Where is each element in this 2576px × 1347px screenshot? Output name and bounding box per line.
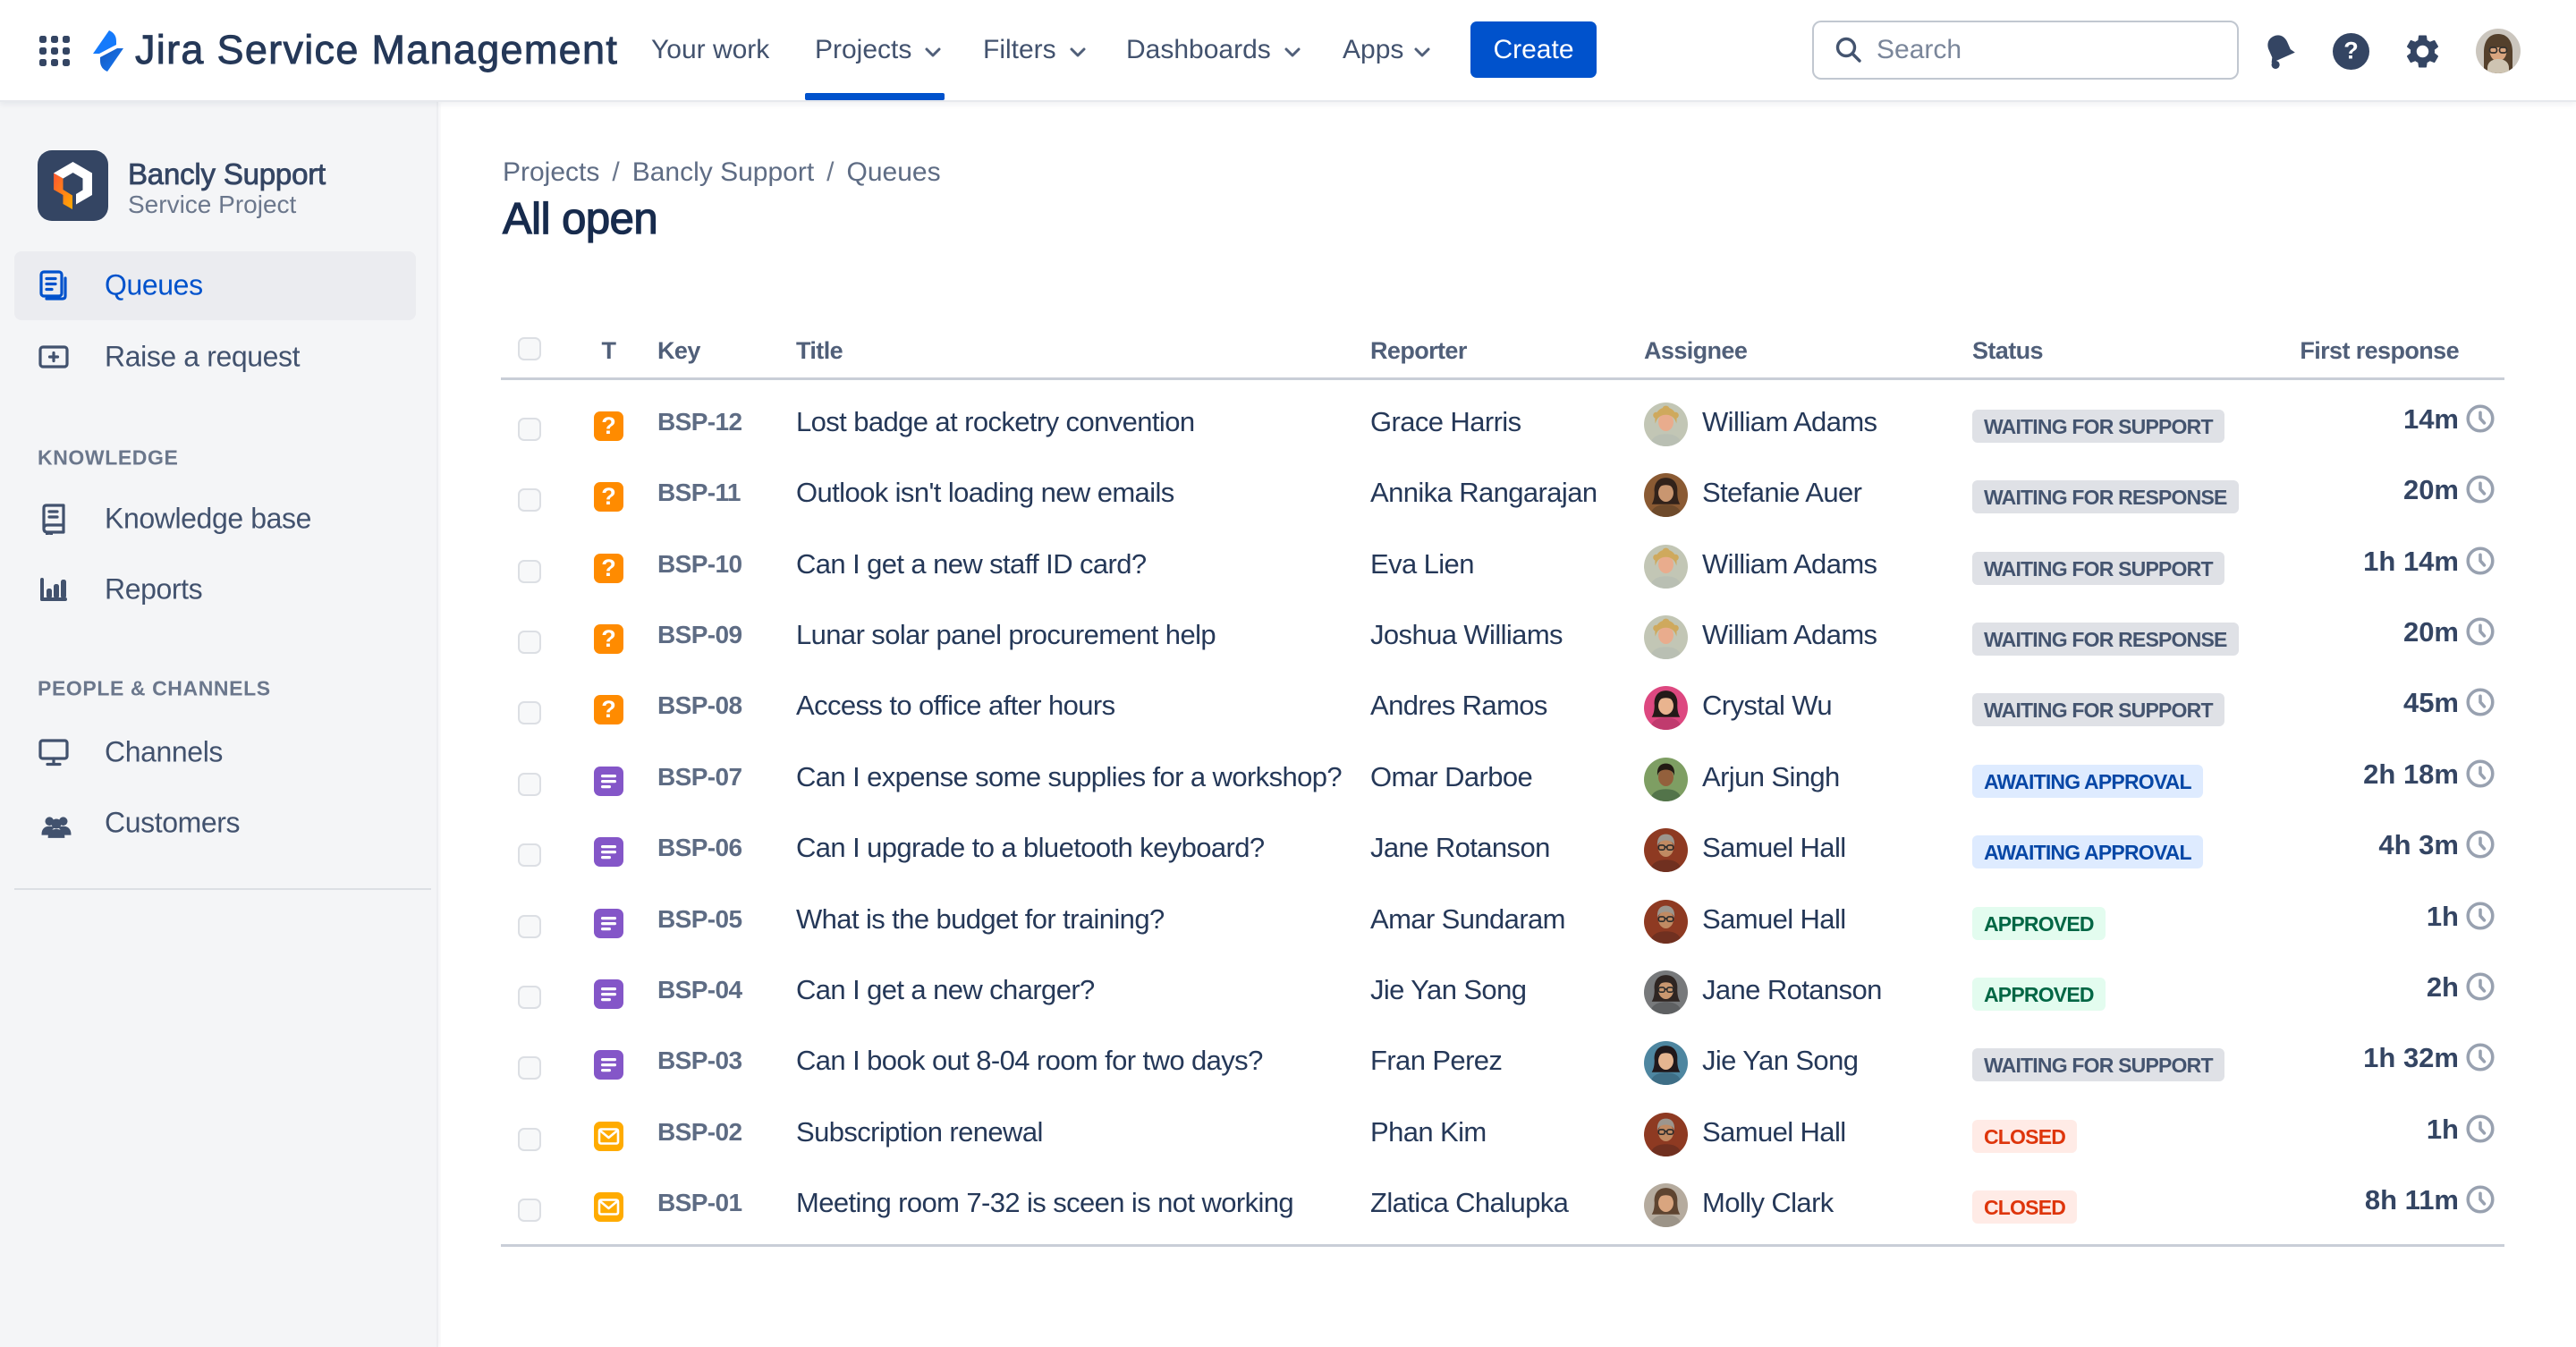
svg-text:?: ?	[2343, 38, 2359, 64]
